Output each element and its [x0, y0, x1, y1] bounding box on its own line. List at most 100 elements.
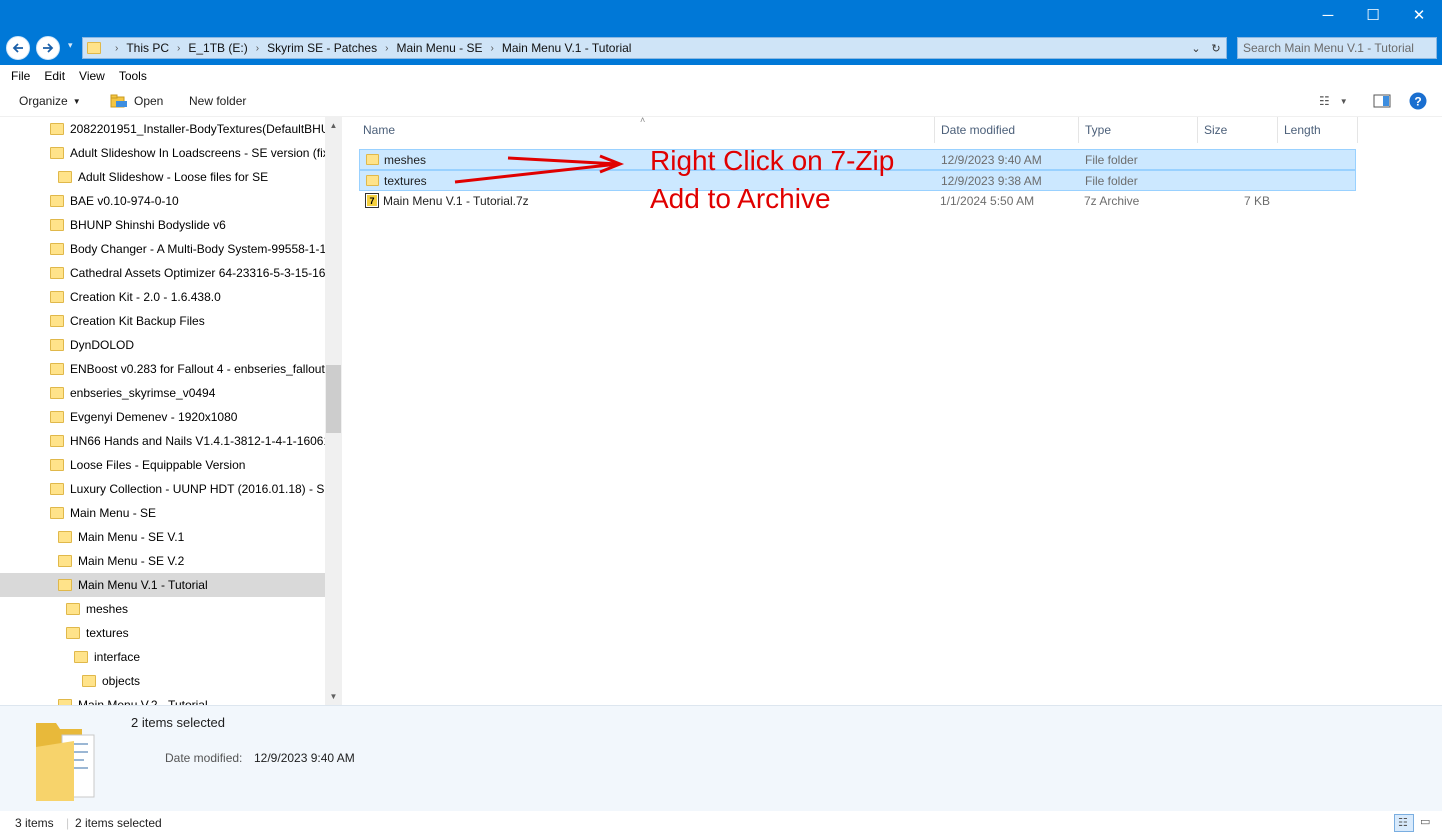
- search-input[interactable]: Search Main Menu V.1 - Tutorial: [1237, 37, 1437, 59]
- tree-item[interactable]: interface: [0, 645, 325, 669]
- tree-item[interactable]: Loose Files - Equippable Version: [0, 453, 325, 477]
- folder-icon: [50, 123, 64, 135]
- back-button[interactable]: [6, 36, 30, 60]
- close-button[interactable]: ✕: [1396, 0, 1442, 30]
- column-header-date[interactable]: Date modified: [935, 117, 1079, 143]
- tree-item[interactable]: Body Changer - A Multi-Body System-99558…: [0, 237, 325, 261]
- breadcrumb-main-menu-se[interactable]: Main Menu - SE: [396, 41, 482, 55]
- folder-icon: [87, 42, 101, 54]
- tree-item[interactable]: BAE v0.10-974-0-10: [0, 189, 325, 213]
- tree-item-label: DynDOLOD: [70, 338, 135, 352]
- nav-scrollbar-thumb[interactable]: [326, 365, 341, 433]
- folder-icon: [50, 291, 64, 303]
- tree-item[interactable]: BHUNP Shinshi Bodyslide v6: [0, 213, 325, 237]
- folder-icon: [58, 531, 72, 543]
- folder-icon: [50, 339, 64, 351]
- help-icon: ?: [1409, 92, 1427, 110]
- menu-tools[interactable]: Tools: [112, 69, 154, 83]
- recent-locations-chevron-icon[interactable]: ▾: [68, 40, 78, 54]
- folder-icon: [58, 555, 72, 567]
- organize-button[interactable]: Organize ▼: [19, 94, 81, 108]
- column-header-type[interactable]: Type: [1079, 117, 1198, 143]
- help-button[interactable]: ?: [1409, 92, 1427, 110]
- menu-bar: File Edit View Tools: [0, 65, 1442, 87]
- tree-item[interactable]: Luxury Collection - UUNP HDT (2016.01.18…: [0, 477, 325, 501]
- tree-item[interactable]: HN66 Hands and Nails V1.4.1-3812-1-4-1-1…: [0, 429, 325, 453]
- breadcrumb-skyrim-patches[interactable]: Skyrim SE - Patches: [267, 41, 377, 55]
- tree-item[interactable]: Main Menu - SE V.2: [0, 549, 325, 573]
- dropdown-caret-icon: ▼: [72, 96, 81, 106]
- folder-icon: [50, 243, 64, 255]
- column-header-length[interactable]: Length: [1278, 117, 1358, 143]
- scroll-up-icon[interactable]: ▲: [325, 117, 342, 134]
- folder-thumbnail-icon: [36, 723, 95, 801]
- tree-item[interactable]: 2082201951_Installer-BodyTextures(Defaul…: [0, 117, 325, 141]
- maximize-button[interactable]: ☐: [1350, 0, 1396, 30]
- title-bar: ─ ☐ ✕ ▾ › This PC › E_1TB (E:) › Skyrim …: [0, 0, 1442, 65]
- tree-item[interactable]: Creation Kit - 2.0 - 1.6.438.0: [0, 285, 325, 309]
- tree-item[interactable]: Adult Slideshow - Loose files for SE: [0, 165, 325, 189]
- refresh-icon[interactable]: ↻: [1206, 42, 1226, 55]
- tree-item-label: Creation Kit - 2.0 - 1.6.438.0: [70, 290, 221, 304]
- folder-icon: [66, 627, 80, 639]
- selected-count: 2 items selected: [75, 816, 162, 830]
- view-options-button[interactable]: ☷ ▼: [1319, 94, 1348, 108]
- folder-icon: [58, 579, 72, 591]
- tree-item-label: Main Menu - SE: [70, 506, 157, 520]
- folder-icon: [82, 675, 96, 687]
- menu-file[interactable]: File: [4, 69, 37, 83]
- folder-icon: [366, 154, 379, 165]
- large-icons-view-toggle[interactable]: ▭: [1417, 814, 1437, 832]
- scroll-down-icon[interactable]: ▼: [325, 688, 342, 705]
- menu-view[interactable]: View: [72, 69, 112, 83]
- column-header-size[interactable]: Size: [1198, 117, 1278, 143]
- tree-item[interactable]: objects: [0, 669, 325, 693]
- tree-item[interactable]: DynDOLOD: [0, 333, 325, 357]
- menu-edit[interactable]: Edit: [37, 69, 72, 83]
- address-history-chevron-icon[interactable]: ⌄: [1186, 42, 1206, 55]
- details-view-toggle-icon: ☷: [1398, 817, 1408, 829]
- folder-icon: [74, 651, 88, 663]
- folder-icon: [50, 459, 64, 471]
- address-bar[interactable]: › This PC › E_1TB (E:) › Skyrim SE - Pat…: [82, 37, 1227, 59]
- tree-item[interactable]: enbseries_skyrimse_v0494: [0, 381, 325, 405]
- minimize-button[interactable]: ─: [1305, 0, 1351, 30]
- preview-pane-button[interactable]: [1373, 94, 1391, 108]
- details-view-toggle[interactable]: ☷: [1394, 814, 1414, 832]
- nav-scrollbar[interactable]: ▲ ▼: [325, 117, 342, 705]
- tree-item[interactable]: Evgenyi Demenev - 1920x1080: [0, 405, 325, 429]
- folder-icon: [50, 315, 64, 327]
- preview-pane-icon: [1373, 94, 1391, 108]
- tree-item[interactable]: Main Menu V.2 - Tutorial: [0, 693, 325, 705]
- forward-button[interactable]: [36, 36, 60, 60]
- tree-item[interactable]: ENBoost v0.283 for Fallout 4 - enbseries…: [0, 357, 325, 381]
- tree-item[interactable]: meshes: [0, 597, 325, 621]
- open-button[interactable]: Open: [110, 94, 163, 108]
- new-folder-button[interactable]: New folder: [189, 94, 246, 108]
- tree-item-label: Adult Slideshow In Loadscreens - SE vers…: [70, 146, 325, 160]
- breadcrumb-current[interactable]: Main Menu V.1 - Tutorial: [502, 41, 632, 55]
- tree-item[interactable]: Adult Slideshow In Loadscreens - SE vers…: [0, 141, 325, 165]
- tree-item-label: enbseries_skyrimse_v0494: [70, 386, 216, 400]
- tree-item[interactable]: Main Menu - SE: [0, 501, 325, 525]
- column-header-name[interactable]: Name: [357, 117, 935, 143]
- tree-item-label: Creation Kit Backup Files: [70, 314, 205, 328]
- tree-item[interactable]: textures: [0, 621, 325, 645]
- file-type: File folder: [1085, 153, 1138, 167]
- tree-item-label: Main Menu - SE V.2: [78, 554, 185, 568]
- tree-item-label: Adult Slideshow - Loose files for SE: [78, 170, 269, 184]
- tree-item[interactable]: Main Menu - SE V.1: [0, 525, 325, 549]
- tree-item-label: Luxury Collection - UUNP HDT (2016.01.18…: [70, 482, 325, 496]
- date-modified-label: Date modified:: [165, 751, 243, 765]
- tree-item[interactable]: Creation Kit Backup Files: [0, 309, 325, 333]
- details-view-icon: ☷: [1319, 94, 1330, 108]
- tree-item[interactable]: Cathedral Assets Optimizer 64-23316-5-3-…: [0, 261, 325, 285]
- breadcrumb: › This PC › E_1TB (E:) › Skyrim SE - Pat…: [107, 41, 631, 55]
- folder-icon: [50, 411, 64, 423]
- tree-item[interactable]: Main Menu V.1 - Tutorial: [0, 573, 325, 597]
- navigation-pane: 2082201951_Installer-BodyTextures(Defaul…: [0, 117, 342, 705]
- svg-text:?: ?: [1414, 95, 1421, 109]
- breadcrumb-drive[interactable]: E_1TB (E:): [188, 41, 247, 55]
- breadcrumb-this-pc[interactable]: This PC: [126, 41, 169, 55]
- tree-item-label: Main Menu V.2 - Tutorial: [78, 698, 208, 705]
